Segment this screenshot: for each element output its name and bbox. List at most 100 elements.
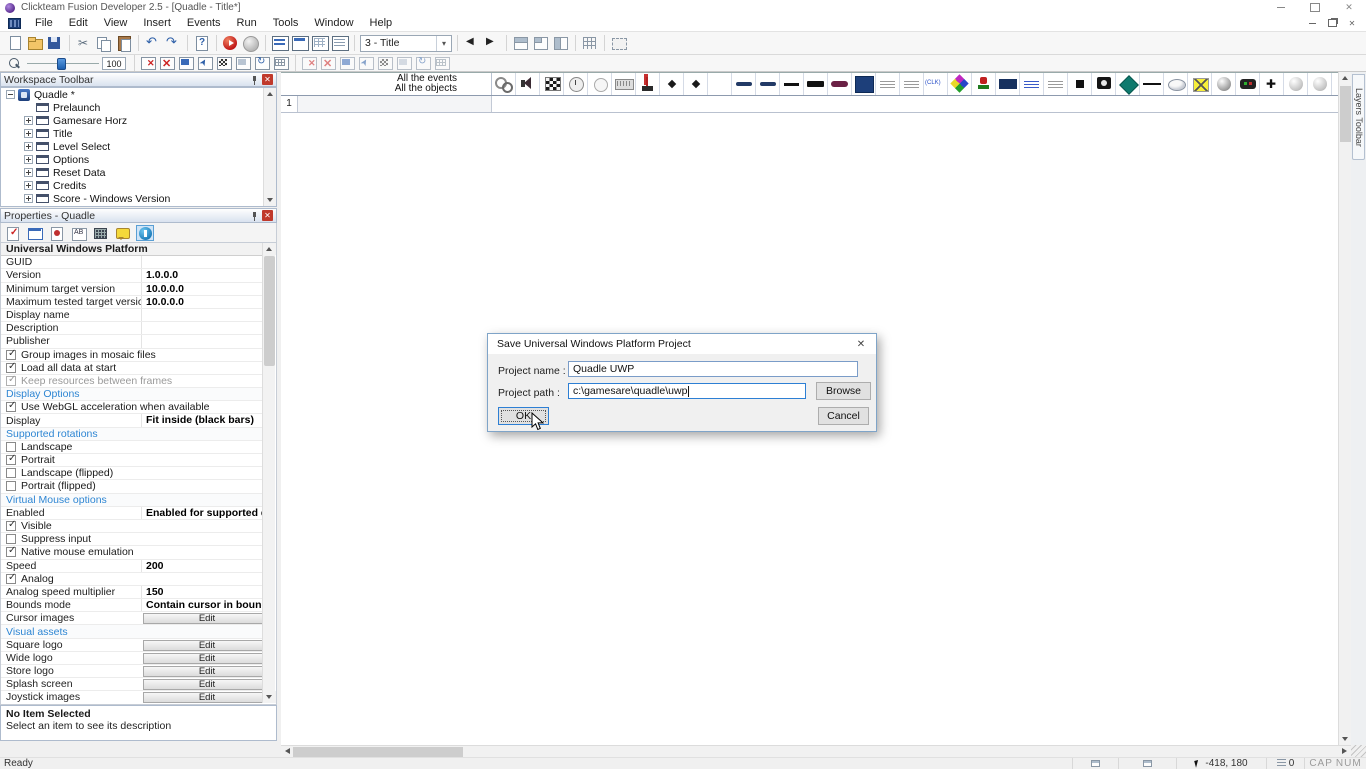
property-value[interactable] [141,335,263,347]
scroll-down-icon[interactable] [264,194,277,206]
show-grid-icon[interactable] [580,34,600,52]
properties-tab-platform-icon[interactable] [136,225,154,241]
object-column-dash-navy-2[interactable] [756,73,780,95]
object-column-checkerboard[interactable] [540,73,564,95]
grid-options-icon[interactable] [609,34,629,52]
rotate-object-icon[interactable] [253,56,272,71]
scroll-thumb[interactable] [1340,86,1351,142]
scroll-thumb[interactable] [264,256,275,366]
menu-edit[interactable]: Edit [61,15,96,31]
object-column-line-black[interactable] [1140,73,1164,95]
mdi-restore-button[interactable] [1322,17,1342,29]
dialog-close-icon[interactable] [846,339,876,350]
mdi-minimize-button[interactable] [1302,17,1322,29]
storyboard-editor-icon[interactable] [270,34,290,52]
redo-icon[interactable] [163,34,183,52]
tree-item-title[interactable]: Title [1,127,276,140]
checkbox-icon[interactable] [6,350,16,360]
checkbox-icon[interactable] [6,521,16,531]
checkbox-icon[interactable] [6,574,16,584]
menu-window[interactable]: Window [306,15,361,31]
maximize-button[interactable] [1298,0,1332,15]
resize-grip[interactable] [1351,745,1366,757]
stop-application-icon[interactable] [241,34,261,52]
next-frame-icon[interactable] [482,34,502,52]
property-value[interactable] [141,309,263,321]
property-value[interactable]: 10.0.0.0 [141,283,263,295]
object-column-dash-black[interactable] [780,73,804,95]
object-column-diamond-teal[interactable] [1116,73,1140,95]
object-column-diamond-multi[interactable] [948,73,972,95]
layers-toolbar-tab[interactable]: Layers Toolbar [1352,74,1365,160]
object-column-diamond-dot[interactable] [660,73,684,95]
checkbox-icon[interactable] [6,455,16,465]
menu-file[interactable]: File [27,15,61,31]
property-value[interactable]: 10.0.0.0 [141,296,263,308]
property-value[interactable] [141,322,263,334]
properties-tab-values-icon[interactable] [70,225,88,241]
zoom-slider[interactable] [27,57,99,70]
checkbox-icon[interactable] [6,376,16,386]
scroll-left-icon[interactable] [285,748,290,754]
pattern-fill-alt-icon[interactable] [376,56,395,71]
menu-view[interactable]: View [96,15,136,31]
edit-button[interactable]: Edit [143,653,271,664]
copy-icon[interactable] [94,34,114,52]
event-editor-icon[interactable] [310,34,330,52]
property-value[interactable]: 1.0.0.0 [141,269,263,281]
project-path-input[interactable]: c:\gamesare\quadle\uwp [568,383,806,399]
collapse-icon[interactable] [6,90,15,99]
object-column-dash-maroon[interactable] [828,73,852,95]
object-column-keyboard[interactable] [612,73,636,95]
menu-run[interactable]: Run [229,15,265,31]
expand-icon[interactable] [24,181,33,190]
object-column-dash-thick[interactable] [804,73,828,95]
menu-tools[interactable]: Tools [265,15,307,31]
grid-table-alt-icon[interactable] [433,56,452,71]
object-column-circle[interactable] [588,73,612,95]
object-window-icon[interactable] [234,56,253,71]
property-value[interactable]: 200 [141,560,263,572]
object-column-clock[interactable] [564,73,588,95]
cut-object-alt-icon[interactable] [319,56,338,71]
scroll-up-icon[interactable] [263,243,276,255]
property-value[interactable]: 150 [141,586,263,598]
object-column-speaker[interactable] [516,73,540,95]
object-column-text-lines-3[interactable] [1044,73,1068,95]
checkbox-icon[interactable] [6,442,16,452]
expand-icon[interactable] [24,168,33,177]
crop-frame-alt-icon[interactable] [338,56,357,71]
select-tool-alt-icon[interactable] [357,56,376,71]
expand-icon[interactable] [24,129,33,138]
scroll-down-icon[interactable] [263,691,276,703]
expand-icon[interactable] [24,194,33,203]
object-column-ellipse-white[interactable] [1164,73,1188,95]
properties-scrollbar[interactable] [262,243,275,703]
previous-frame-icon[interactable] [462,34,482,52]
object-column-text-lines[interactable] [876,73,900,95]
tree-root-quadle[interactable]: Quadle * [1,88,276,101]
object-column-gears[interactable] [492,73,516,95]
browse-button[interactable]: Browse [816,382,871,400]
properties-tab-settings-icon[interactable] [4,225,22,241]
delete-object-alt-icon[interactable] [300,56,319,71]
tree-item-prelaunch[interactable]: Prelaunch [1,101,276,114]
checkbox-icon[interactable] [6,481,16,491]
scroll-right-icon[interactable] [1342,748,1347,754]
help-icon[interactable] [192,34,212,52]
minimize-button[interactable] [1264,0,1298,15]
edit-button[interactable]: Edit [143,692,271,703]
property-value[interactable]: Enabled for supported devices [141,507,263,519]
tree-item-credits[interactable]: Credits [1,179,276,192]
save-icon[interactable] [45,34,65,52]
object-column-camera-black[interactable] [1092,73,1116,95]
properties-tab-window-icon[interactable] [26,225,44,241]
pin-icon[interactable] [249,75,259,85]
expand-icon[interactable] [24,155,33,164]
object-column-blank[interactable] [708,73,732,95]
tree-item-options[interactable]: Options [1,153,276,166]
expand-icon[interactable] [24,142,33,151]
frame-selector-dropdown[interactable]: 3 - Title▾ [360,35,452,52]
object-column-box-yellow-x[interactable] [1188,73,1212,95]
rotate-object-alt-icon[interactable] [414,56,433,71]
